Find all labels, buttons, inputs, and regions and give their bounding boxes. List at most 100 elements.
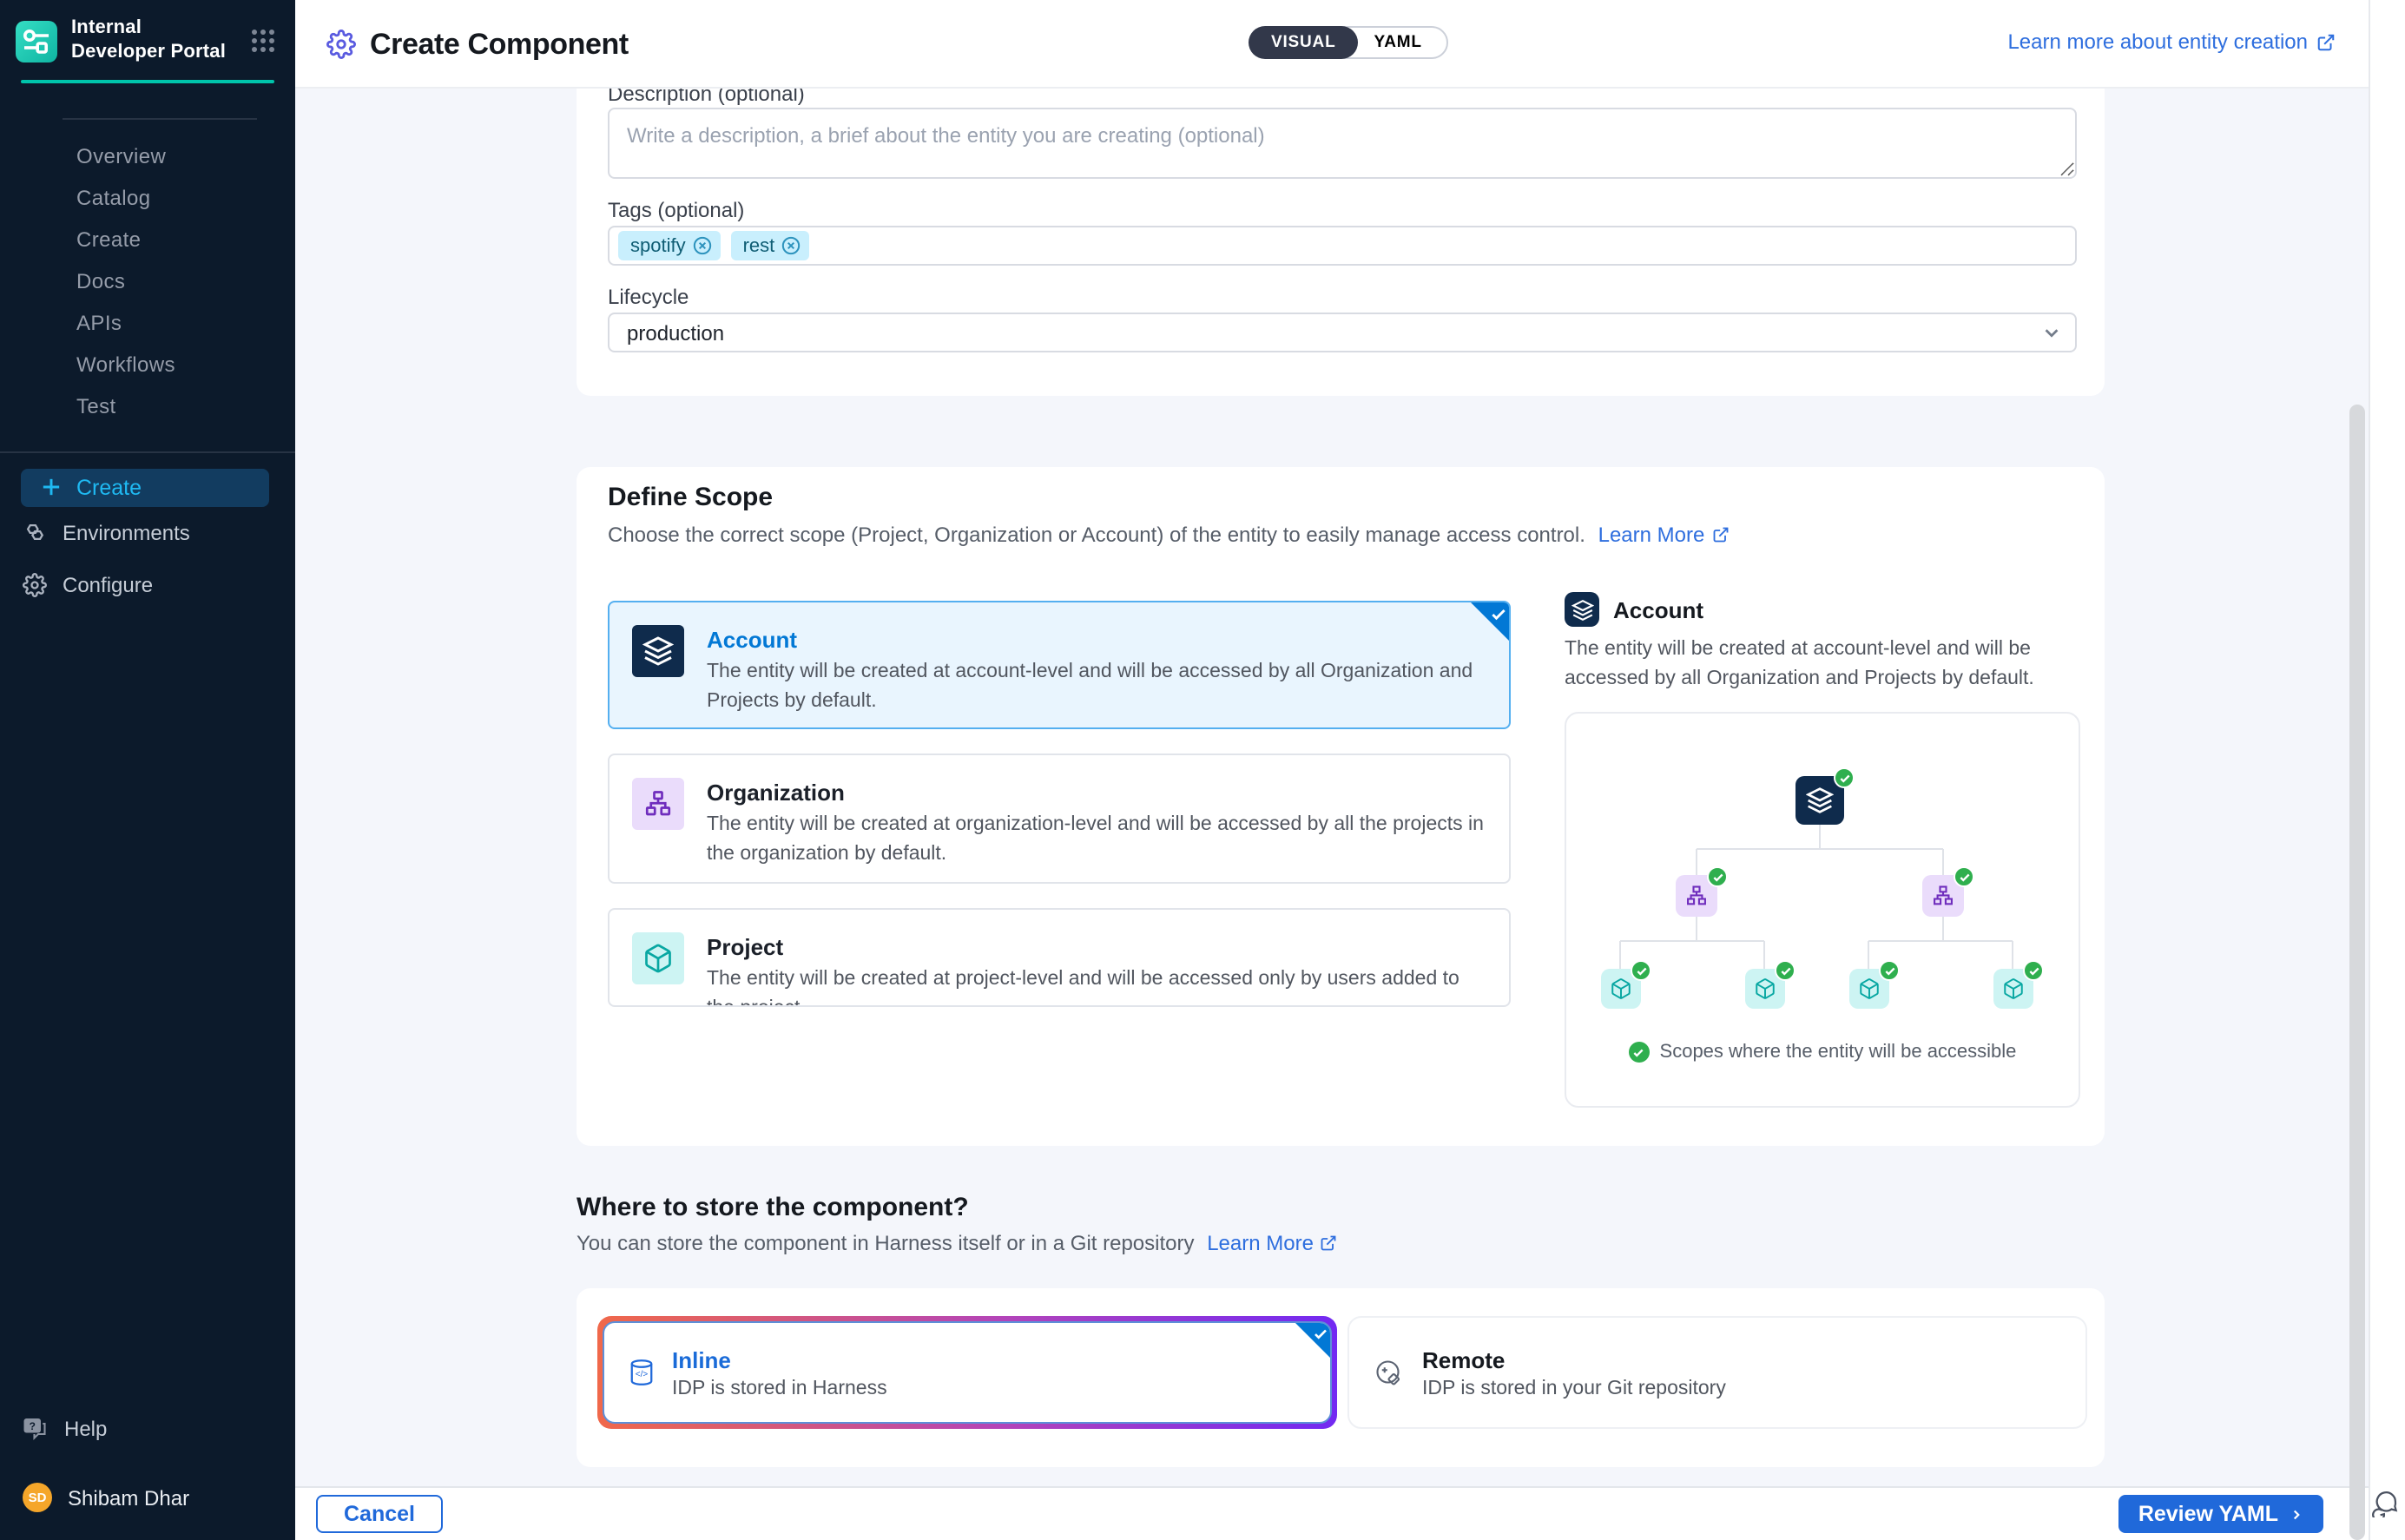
storage-learn-more-link[interactable]: Learn More (1207, 1231, 1338, 1255)
tags-input[interactable]: spotify rest (608, 226, 2077, 266)
sidebar-help-label: Help (64, 1417, 107, 1441)
sidebar-item-workflows[interactable]: Workflows (0, 343, 295, 385)
scope-option-description: The entity will be created at project-le… (707, 965, 1492, 1007)
sidebar-item-apis[interactable]: APIs (0, 301, 295, 343)
sidebar-item-test[interactable]: Test (0, 385, 295, 426)
brand-row: Internal Developer Portal (0, 0, 295, 79)
tag-chip: rest (731, 231, 810, 260)
diagram-caption: Scopes where the entity will be accessib… (1566, 1042, 2079, 1063)
check-badge (1834, 767, 1855, 788)
description-textarea[interactable] (608, 108, 2077, 179)
brand-accent-divider (21, 79, 274, 82)
inline-database-icon: </> (629, 1358, 655, 1387)
scope-subtitle-text: Choose the correct scope (Project, Organ… (608, 523, 1585, 547)
sidebar-create-label: Create (76, 475, 142, 499)
storage-option-title: Inline (672, 1346, 887, 1372)
storage-section-header: Where to store the component? You can st… (577, 1193, 1338, 1255)
organization-hierarchy-icon (632, 778, 684, 830)
environments-icon (23, 521, 47, 543)
storage-options-panel: </> Inline IDP is stored in Harness (577, 1288, 2105, 1467)
lifecycle-select[interactable]: production (608, 313, 2077, 352)
sidebar-item-docs[interactable]: Docs (0, 260, 295, 301)
diagram-org-node (1676, 875, 1717, 917)
external-link-icon (1711, 526, 1729, 543)
sidebar-item-create[interactable]: Create (0, 218, 295, 260)
define-scope-panel: Define Scope Choose the correct scope (P… (577, 467, 2105, 1146)
check-badge (2023, 960, 2044, 981)
user-avatar: SD (23, 1483, 52, 1512)
scope-section-subtitle: Choose the correct scope (Project, Organ… (608, 523, 1729, 547)
project-cube-icon (632, 932, 684, 984)
scope-option-project[interactable]: Project The entity will be created at pr… (608, 908, 1511, 1007)
storage-option-title: Remote (1422, 1346, 1726, 1372)
storage-learn-more-label: Learn More (1207, 1231, 1314, 1255)
selected-check-badge (1471, 602, 1509, 641)
toggle-visual[interactable]: VISUAL (1249, 26, 1359, 59)
svg-text:?: ? (30, 1420, 36, 1432)
sidebar-create-button[interactable]: Create (21, 468, 269, 506)
external-link-icon (1321, 1234, 1338, 1252)
learn-more-entity-creation-link[interactable]: Learn more about entity creation (2007, 30, 2336, 54)
chevron-right-icon (2289, 1506, 2304, 1522)
tag-chip: spotify (618, 231, 721, 260)
app-grid-icon[interactable] (252, 30, 274, 53)
storage-option-inline[interactable]: </> Inline IDP is stored in Harness (597, 1316, 1337, 1429)
scope-detail-header: Account (1565, 592, 1703, 627)
sidebar-item-catalog[interactable]: Catalog (0, 176, 295, 218)
check-badge (1879, 960, 1900, 981)
visual-yaml-toggle: VISUAL YAML (1249, 26, 1448, 59)
scope-detail-title: Account (1613, 596, 1703, 622)
help-chat-icon: ? (23, 1417, 49, 1441)
sidebar-bottom: ? Help SD Shibam Dhar (0, 1403, 295, 1540)
user-name: Shibam Dhar (68, 1485, 189, 1510)
scope-option-description: The entity will be created at organizati… (707, 811, 1492, 869)
tags-label: Tags (optional) (608, 198, 744, 222)
nav-divider (0, 451, 295, 452)
scope-detail-description: The entity will be created at account-le… (1565, 635, 2089, 694)
check-badge (1631, 960, 1651, 981)
harness-logo-icon (16, 21, 57, 63)
check-badge (1707, 866, 1728, 887)
cancel-button[interactable]: Cancel (316, 1495, 443, 1533)
diagram-project-node (1745, 969, 1785, 1009)
page-title: Create Component (370, 27, 629, 62)
sidebar-nav: Overview Catalog Create Docs APIs Workfl… (0, 119, 295, 426)
component-gear-icon (326, 30, 356, 59)
app-root: Internal Developer Portal Overview Catal… (0, 0, 2405, 1540)
tag-chip-label: spotify (630, 235, 686, 256)
scope-option-title: Project (707, 934, 783, 960)
diagram-caption-text: Scopes where the entity will be accessib… (1660, 1042, 2017, 1063)
remove-tag-icon[interactable] (781, 236, 801, 255)
vertical-scrollbar[interactable] (2349, 405, 2365, 1540)
sidebar-item-overview[interactable]: Overview (0, 135, 295, 176)
chat-support-icon[interactable] (2372, 1490, 2402, 1526)
diagram-project-node (1993, 969, 2033, 1009)
scope-option-organization[interactable]: Organization The entity will be created … (608, 754, 1511, 884)
sidebar-user[interactable]: SD Shibam Dhar (0, 1455, 295, 1526)
storage-section-title: Where to store the component? (577, 1193, 1338, 1222)
check-badge (1775, 960, 1796, 981)
review-yaml-button[interactable]: Review YAML (2119, 1495, 2323, 1533)
scope-option-title: Organization (707, 780, 845, 806)
sidebar-help[interactable]: ? Help (0, 1403, 295, 1455)
sidebar-environments-label: Environments (63, 520, 190, 544)
scope-diagram: Scopes where the entity will be accessib… (1565, 712, 2080, 1108)
scope-option-title: Account (707, 627, 797, 653)
diagram-account-node (1796, 776, 1844, 825)
external-link-icon (2316, 32, 2336, 51)
learn-more-label: Learn more about entity creation (2007, 30, 2308, 54)
scope-learn-more-link[interactable]: Learn More (1598, 523, 1730, 547)
storage-subtitle-text: You can store the component in Harness i… (577, 1231, 1195, 1255)
scope-option-account[interactable]: Account The entity will be created at ac… (608, 601, 1511, 729)
sidebar-item-configure[interactable]: Configure (0, 558, 295, 610)
tag-chip-label: rest (743, 235, 775, 256)
lifecycle-label: Lifecycle (608, 285, 689, 309)
chevron-down-icon (2042, 323, 2061, 342)
brand-name: Internal Developer Portal (71, 17, 238, 65)
sidebar-item-environments[interactable]: Environments (0, 506, 295, 558)
lifecycle-value: production (627, 320, 724, 345)
entity-details-panel: Description (optional) Tags (optional) s… (577, 49, 2105, 396)
remove-tag-icon[interactable] (693, 236, 712, 255)
storage-option-remote[interactable]: Remote IDP is stored in your Git reposit… (1347, 1316, 2087, 1429)
action-footer: Cancel Review YAML (295, 1486, 2405, 1540)
